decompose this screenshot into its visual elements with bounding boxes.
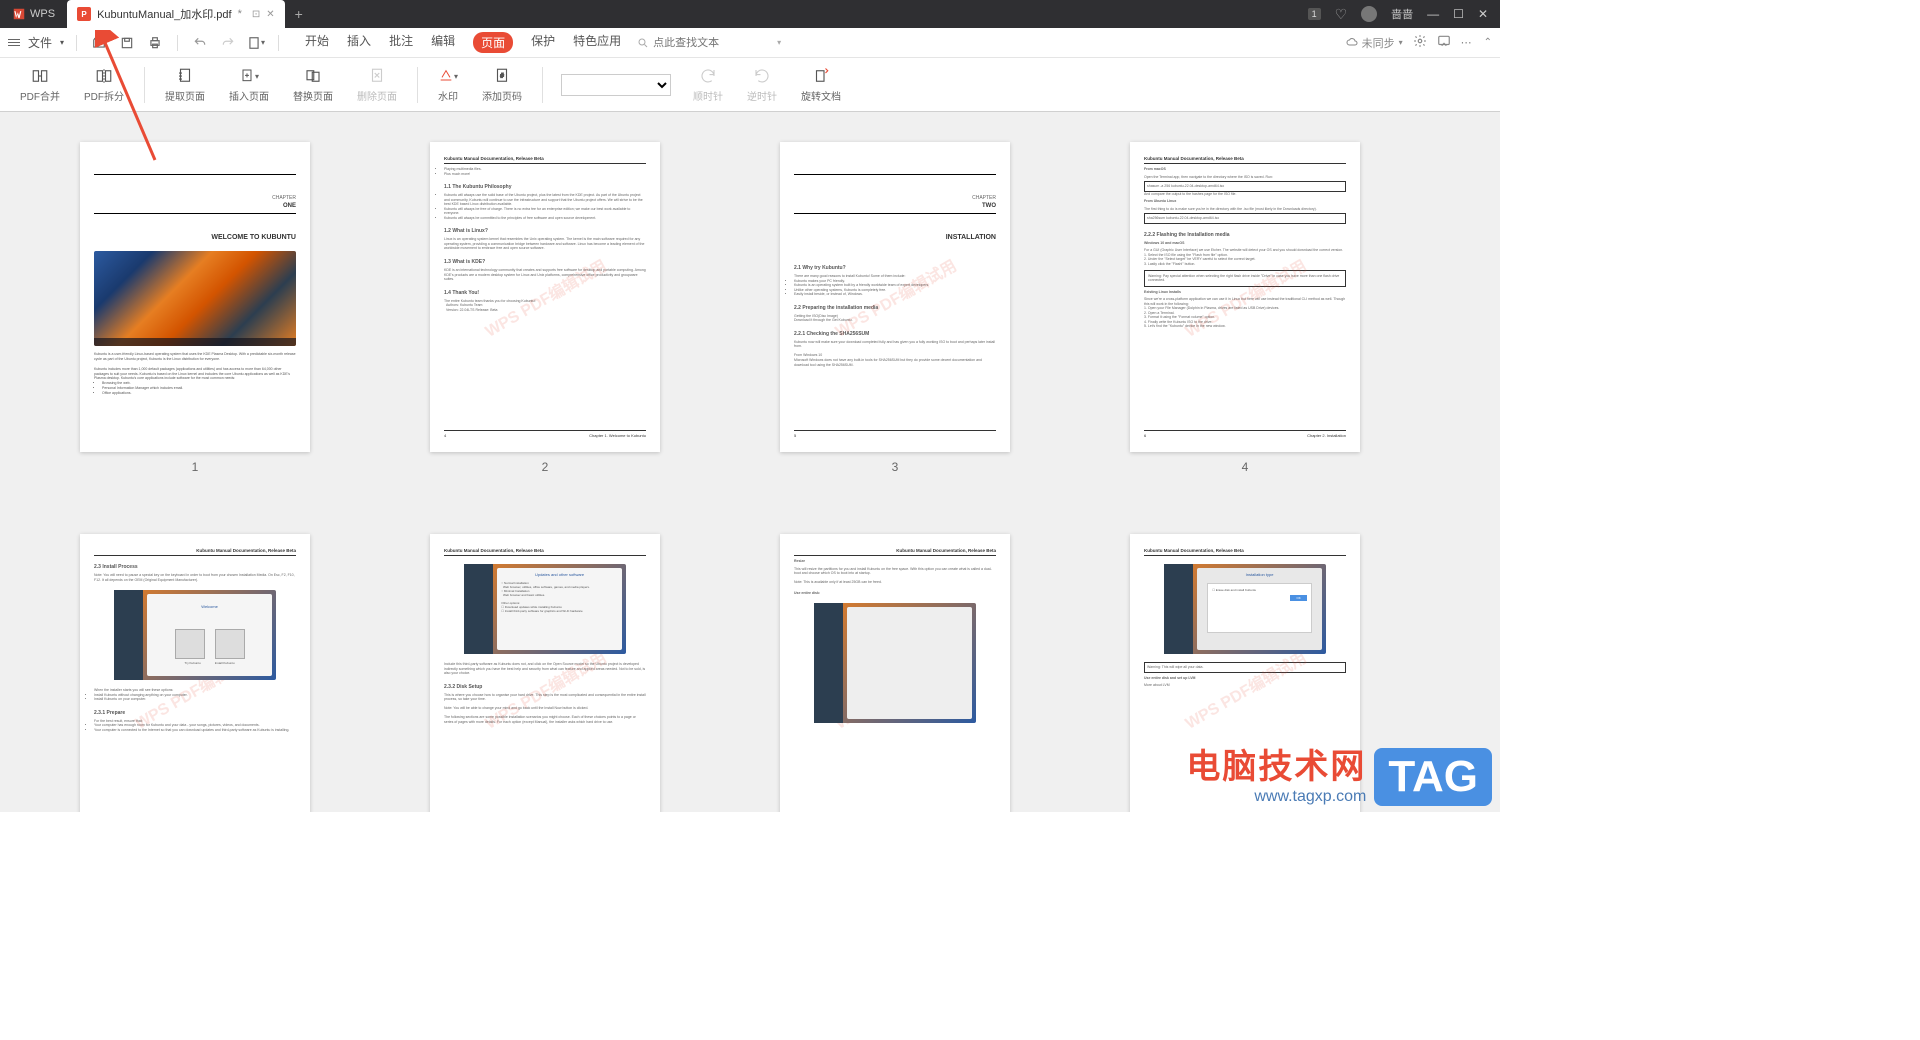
save-icon[interactable]: [117, 33, 137, 53]
new-tab-button[interactable]: +: [285, 6, 313, 22]
tab-pin-icon[interactable]: ⊡: [252, 9, 260, 20]
page-thumbnail-6[interactable]: WPS PDF编辑试用 Kubuntu Manual Documentation…: [430, 534, 660, 812]
pdf-merge-button[interactable]: PDF合并: [10, 62, 70, 108]
undo-icon[interactable]: [190, 33, 210, 53]
add-page-number-button[interactable]: # 添加页码: [472, 62, 532, 108]
pdf-icon: P: [77, 7, 91, 21]
modified-indicator: *: [238, 8, 242, 20]
minimize-button[interactable]: —: [1427, 7, 1439, 21]
menu-tabs: 开始 插入 批注 编辑 页面 保护 特色应用: [305, 32, 621, 53]
replace-page-button[interactable]: 替换页面: [283, 62, 343, 108]
page-thumbnail-5[interactable]: WPS PDF编辑试用 Kubuntu Manual Documentation…: [80, 534, 310, 812]
more-icon[interactable]: ⋯: [1461, 36, 1474, 49]
wps-logo: WPS: [0, 7, 67, 21]
insert-page-button[interactable]: ▾ 插入页面: [219, 62, 279, 108]
extract-page-button[interactable]: 提取页面: [155, 62, 215, 108]
menubar: 文件 ▾ ▾ 开始 插入 批注 编辑 页面 保护 特色应用 ▾ 未同步 ▾ ⋯ …: [0, 28, 1500, 58]
rotate-doc-button[interactable]: 旋转文档: [791, 62, 851, 108]
search-input[interactable]: [653, 37, 773, 49]
delete-page-button: 删除页面: [347, 62, 407, 108]
sync-status[interactable]: 未同步 ▾: [1346, 35, 1403, 51]
menu-comment[interactable]: 批注: [389, 32, 413, 53]
page-view-icon[interactable]: ▾: [246, 33, 266, 53]
kubuntu-desktop-image: [94, 251, 296, 346]
feedback-icon[interactable]: [1437, 34, 1451, 51]
collapse-ribbon-icon[interactable]: ⌃: [1484, 37, 1492, 48]
installer-updates-screenshot: Updates and other software○ Normal Insta…: [464, 564, 626, 654]
brand-url: www.tagxp.com: [1186, 788, 1366, 806]
pdf-split-button[interactable]: PDF拆分: [74, 62, 134, 108]
brand-title: 电脑技术网: [1186, 739, 1366, 788]
ribbon-toolbar: PDF合并 PDF拆分 提取页面 ▾ 插入页面 替换页面 删除页面 ▾ 水印 #…: [0, 58, 1500, 112]
installer-type-screenshot: Installation type☐ Erase disk and instal…: [1164, 564, 1326, 654]
notification-badge[interactable]: 1: [1308, 8, 1321, 20]
membership-icon[interactable]: ♡: [1335, 6, 1348, 23]
titlebar: WPS P KubuntuManual_加水印.pdf * ⊡ ✕ + 1 ♡ …: [0, 0, 1500, 28]
open-icon[interactable]: [89, 33, 109, 53]
page-thumbnail-2[interactable]: WPS PDF编辑试用 Kubuntu Manual Documentation…: [430, 142, 660, 474]
watermark-button[interactable]: ▾ 水印: [428, 62, 468, 108]
zoom-select[interactable]: [561, 74, 671, 96]
search-icon: [637, 37, 649, 49]
print-icon[interactable]: [145, 33, 165, 53]
maximize-button[interactable]: ☐: [1453, 7, 1464, 21]
file-menu[interactable]: 文件: [28, 34, 52, 51]
page-thumbnail-4[interactable]: WPS PDF编辑试用 Kubuntu Manual Documentation…: [1130, 142, 1360, 474]
app-name: WPS: [30, 8, 55, 20]
svg-text:#: #: [500, 74, 504, 80]
document-tab[interactable]: P KubuntuManual_加水印.pdf * ⊡ ✕: [67, 0, 285, 28]
file-dropdown-icon[interactable]: ▾: [60, 38, 64, 47]
rotate-cw-button: 顺时针: [683, 62, 733, 108]
branding-overlay: 电脑技术网 www.tagxp.com TAG: [1186, 739, 1492, 806]
tab-title: KubuntuManual_加水印.pdf: [97, 6, 232, 22]
menu-start[interactable]: 开始: [305, 32, 329, 53]
search-area[interactable]: ▾: [637, 37, 781, 49]
rotate-ccw-button: 逆时针: [737, 62, 787, 108]
page-grid-view[interactable]: WPS PDF编辑试用 CHAPTER ONE WELCOME TO KUBUN…: [0, 112, 1500, 812]
page-thumbnail-1[interactable]: WPS PDF编辑试用 CHAPTER ONE WELCOME TO KUBUN…: [80, 142, 310, 474]
menu-features[interactable]: 特色应用: [573, 32, 621, 53]
page-thumbnail-7[interactable]: WPS PDF编辑试用 Kubuntu Manual Documentation…: [780, 534, 1010, 812]
menu-edit[interactable]: 编辑: [431, 32, 455, 53]
user-name: 啬啬: [1391, 6, 1413, 22]
settings-icon[interactable]: [1413, 34, 1427, 51]
cloud-icon: [1346, 37, 1358, 49]
redo-icon[interactable]: [218, 33, 238, 53]
close-button[interactable]: ✕: [1478, 7, 1488, 21]
user-avatar[interactable]: [1361, 6, 1377, 22]
page-thumbnail-3[interactable]: WPS PDF编辑试用 CHAPTER TWO INSTALLATION 2.1…: [780, 142, 1010, 474]
hamburger-icon[interactable]: [8, 39, 20, 46]
menu-page[interactable]: 页面: [473, 32, 513, 53]
menu-protect[interactable]: 保护: [531, 32, 555, 53]
tab-close-icon[interactable]: ✕: [266, 9, 274, 20]
installer-welcome-screenshot: WelcomeTry KubuntuInstall Kubuntu: [114, 590, 276, 680]
menu-insert[interactable]: 插入: [347, 32, 371, 53]
tag-badge: TAG: [1374, 748, 1492, 806]
installer-disk-screenshot: [814, 603, 976, 723]
